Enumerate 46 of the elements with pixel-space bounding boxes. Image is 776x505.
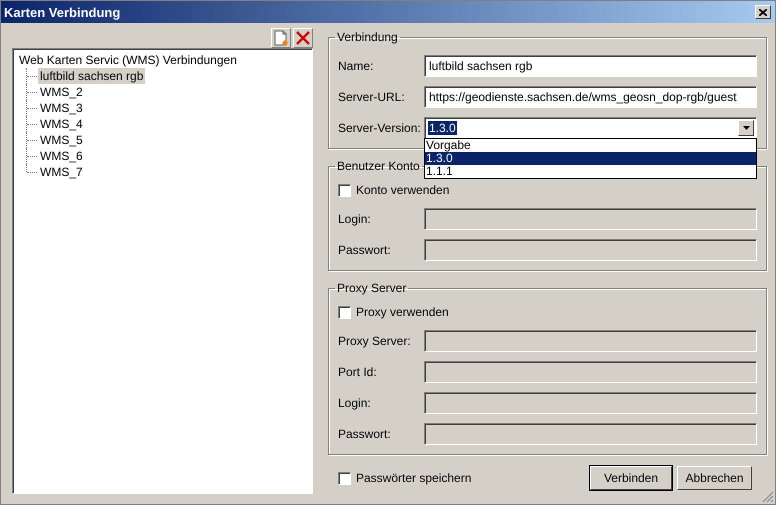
checkbox-label: Proxy verwenden (356, 305, 449, 319)
field-label: Port Id: (338, 365, 378, 379)
field-label: Login: (338, 212, 372, 226)
tree-item[interactable]: WMS_3 (38, 100, 85, 116)
window-title: Karten Verbindung (4, 4, 120, 20)
group-title: Verbindung (336, 30, 399, 44)
field-label: Login: (338, 396, 372, 410)
dialog-button[interactable]: Verbinden (590, 466, 672, 490)
delete-icon (296, 31, 310, 45)
checkbox[interactable] (338, 184, 351, 196)
tree-item[interactable]: WMS_7 (38, 164, 85, 180)
tree-root[interactable]: Web Karten Servic (WMS) Verbindungen (19, 52, 306, 68)
field-label: Proxy Server: (338, 334, 412, 348)
new-document-icon (274, 30, 288, 46)
tree-item[interactable]: WMS_5 (38, 132, 85, 148)
new-button[interactable] (271, 28, 291, 48)
checkbox[interactable] (338, 306, 351, 318)
input-field[interactable]: luftbild sachsen rgb (424, 55, 757, 77)
tree-connector (26, 84, 38, 100)
tree-item[interactable]: WMS_2 (38, 84, 85, 100)
field-label: Server-URL: (338, 90, 406, 104)
tree-connector (26, 100, 38, 116)
close-icon (759, 8, 767, 16)
group-title: Benutzer Konto (336, 159, 421, 173)
checkbox[interactable] (338, 472, 351, 484)
input-field[interactable]: https://geodienste.sachsen.de/wms_geosn_dop-rgb/guest (424, 86, 757, 108)
close-button[interactable] (755, 5, 771, 19)
delete-button[interactable] (293, 28, 313, 48)
checkbox-label: Passwörter speichern (356, 471, 472, 485)
resize-grip-icon[interactable] (762, 491, 774, 503)
tree-connector (26, 148, 38, 164)
dropdown-option[interactable]: 1.3.0 (425, 152, 756, 165)
tree-item[interactable]: luftbild sachsen rgb (38, 68, 146, 84)
field-label: Name: (338, 59, 374, 73)
field-label: Server-Version: (338, 121, 422, 135)
version-dropdown[interactable]: 1.3.0 (424, 117, 757, 139)
tree-item[interactable]: WMS_6 (38, 148, 85, 164)
tree-item[interactable]: WMS_4 (38, 116, 85, 132)
tree-connector (26, 132, 38, 148)
checkbox-label: Konto verwenden (356, 183, 450, 197)
field-label: Passwort: (338, 243, 392, 257)
field-label: Passwort: (338, 427, 392, 441)
dialog-button[interactable]: Abbrechen (677, 466, 752, 490)
group-title: Proxy Server (336, 281, 408, 295)
tree-connector (26, 116, 38, 132)
tree-connector (26, 68, 38, 84)
